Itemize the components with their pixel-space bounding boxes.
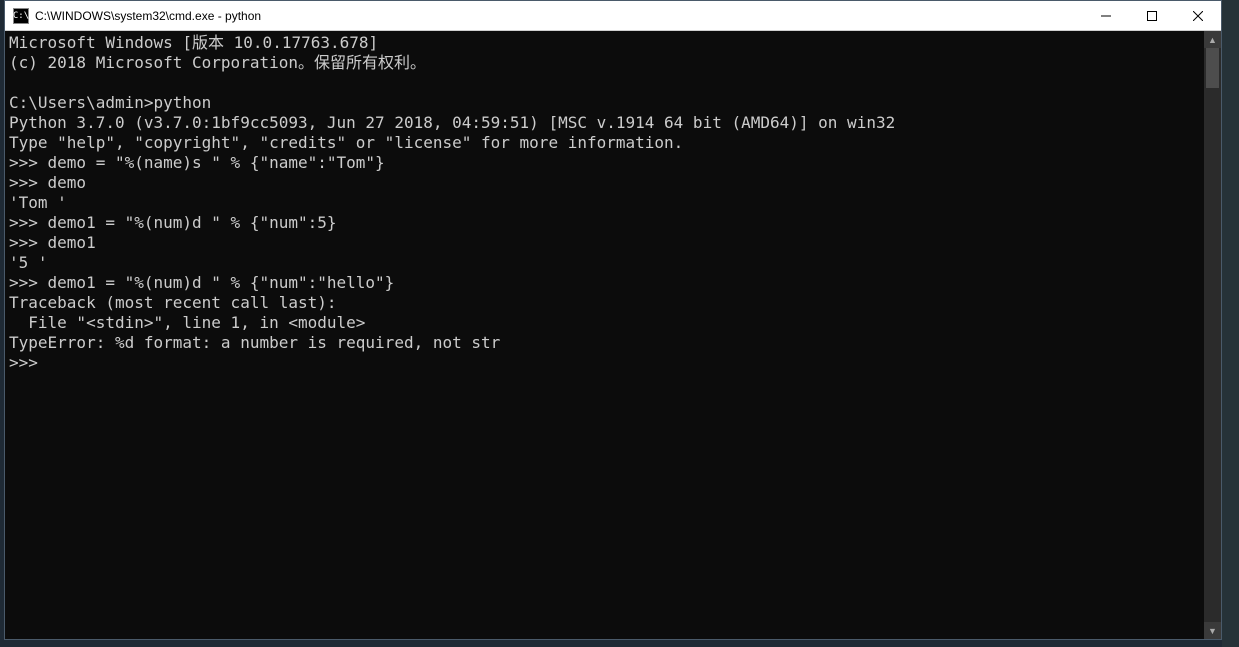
terminal-wrapper: Microsoft Windows [版本 10.0.17763.678] (c… — [5, 31, 1221, 639]
cmd-window: C:\ C:\WINDOWS\system32\cmd.exe - python… — [4, 0, 1222, 640]
vertical-scrollbar[interactable]: ▲ ▼ — [1204, 31, 1221, 639]
minimize-button[interactable] — [1083, 1, 1129, 31]
scroll-thumb[interactable] — [1206, 48, 1219, 88]
cmd-icon: C:\ — [13, 8, 29, 24]
window-title: C:\WINDOWS\system32\cmd.exe - python — [35, 9, 261, 23]
titlebar[interactable]: C:\ C:\WINDOWS\system32\cmd.exe - python — [5, 1, 1221, 31]
scroll-down-button[interactable]: ▼ — [1204, 622, 1221, 639]
maximize-button[interactable] — [1129, 1, 1175, 31]
scroll-up-button[interactable]: ▲ — [1204, 31, 1221, 48]
background-edge — [1222, 0, 1239, 647]
terminal-output[interactable]: Microsoft Windows [版本 10.0.17763.678] (c… — [5, 31, 1204, 639]
close-button[interactable] — [1175, 1, 1221, 31]
